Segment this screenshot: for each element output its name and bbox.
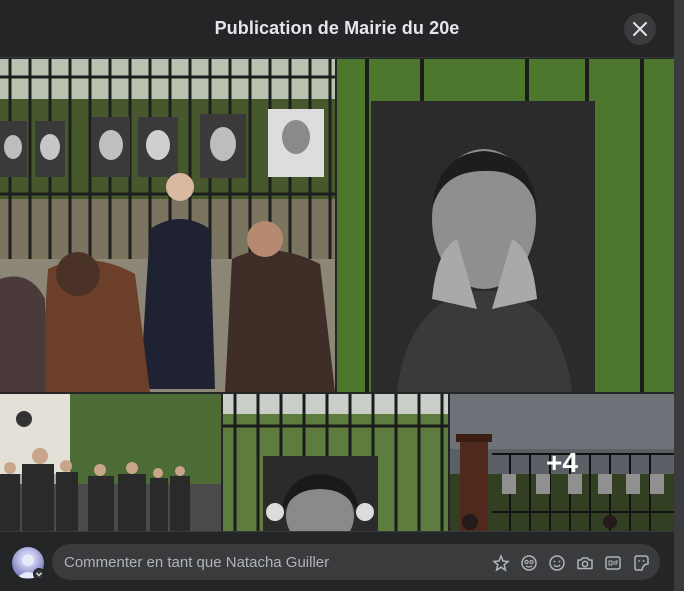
emoji-face-button[interactable] xyxy=(518,552,540,574)
photo-button[interactable] xyxy=(574,552,596,574)
avatar-menu-badge[interactable] xyxy=(33,568,45,580)
comment-tools xyxy=(490,552,652,574)
photo-group-at-fence[interactable] xyxy=(0,59,335,392)
dialog-title: Publication de Mairie du 20e xyxy=(214,18,460,38)
window-edge xyxy=(674,0,684,591)
post-viewer-dialog: Publication de Mairie du 20e +4 Commente… xyxy=(0,0,674,591)
sticker-icon xyxy=(634,555,649,571)
emoji-button[interactable] xyxy=(546,552,568,574)
dialog-header: Publication de Mairie du 20e xyxy=(0,0,674,58)
photo-portrait-girl-behind-fence[interactable] xyxy=(223,394,448,531)
close-button[interactable] xyxy=(624,13,656,45)
photo-park-exhibition[interactable]: +4 xyxy=(450,394,674,531)
photo-portrait-hands-on-face[interactable] xyxy=(337,59,674,392)
more-photos-overlay[interactable]: +4 xyxy=(450,394,674,531)
camera-icon xyxy=(577,557,593,570)
photo-gallery: +4 xyxy=(0,59,674,531)
comment-input[interactable] xyxy=(62,552,486,572)
chevron-down-icon xyxy=(36,572,42,577)
smiley-icon xyxy=(549,555,565,571)
avatar-sticker-icon xyxy=(492,554,510,572)
close-icon xyxy=(633,22,647,36)
more-photos-count: +4 xyxy=(546,446,578,478)
comment-composer xyxy=(0,531,674,591)
comment-box[interactable] xyxy=(52,544,660,580)
avatar-sticker-button[interactable] xyxy=(490,552,512,574)
gif-icon xyxy=(605,556,621,570)
sticker-button[interactable] xyxy=(630,552,652,574)
gif-button[interactable] xyxy=(602,552,624,574)
photo-street-crowd[interactable] xyxy=(0,394,221,531)
emoji-face-icon xyxy=(521,555,537,571)
